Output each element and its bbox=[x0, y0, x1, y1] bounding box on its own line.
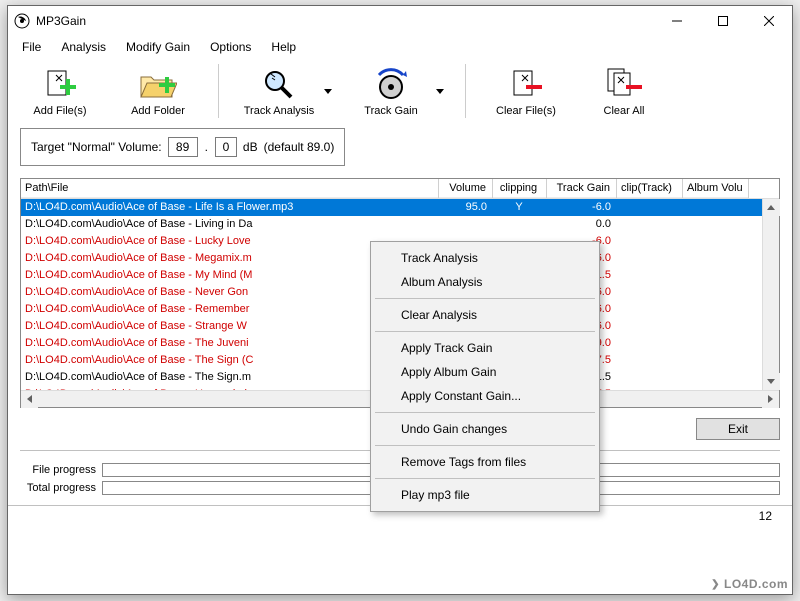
target-unit: dB bbox=[243, 140, 258, 154]
menu-separator bbox=[375, 445, 595, 446]
menu-analysis[interactable]: Analysis bbox=[51, 36, 116, 58]
app-icon bbox=[14, 13, 30, 29]
add-folder-icon bbox=[116, 65, 200, 105]
menu-help[interactable]: Help bbox=[261, 36, 306, 58]
table-row[interactable]: D:\LO4D.com\Audio\Ace of Base - Living i… bbox=[21, 216, 779, 233]
exit-button[interactable]: Exit bbox=[696, 418, 780, 440]
titlebar: MP3Gain bbox=[8, 6, 792, 36]
context-menu-item[interactable]: Apply Album Gain bbox=[373, 360, 597, 384]
add-folder-button[interactable]: Add Folder bbox=[116, 65, 200, 117]
table-row[interactable]: D:\LO4D.com\Audio\Ace of Base - Life Is … bbox=[21, 199, 779, 216]
context-menu-item[interactable]: Clear Analysis bbox=[373, 303, 597, 327]
track-gain-button[interactable]: Track Gain bbox=[349, 65, 433, 117]
total-progress-label: Total progress bbox=[20, 482, 102, 494]
status-count: 12 bbox=[759, 509, 772, 523]
col-path[interactable]: Path\File bbox=[21, 179, 439, 198]
target-dec-input[interactable] bbox=[215, 137, 237, 157]
menu-separator bbox=[375, 478, 595, 479]
toolbar-separator bbox=[218, 64, 219, 118]
menubar: File Analysis Modify Gain Options Help bbox=[8, 36, 792, 58]
watermark-text: LO4D.com bbox=[724, 577, 788, 591]
toolbar-label: Track Analysis bbox=[237, 105, 321, 117]
menu-separator bbox=[375, 412, 595, 413]
col-clipping[interactable]: clipping bbox=[493, 179, 547, 198]
watermark-icon: ❯ bbox=[711, 579, 720, 590]
window-title: MP3Gain bbox=[36, 14, 654, 28]
context-menu-item[interactable]: Apply Track Gain bbox=[373, 336, 597, 360]
app-window: MP3Gain File Analysis Modify Gain Option… bbox=[7, 5, 793, 595]
watermark: ❯ LO4D.com bbox=[711, 577, 788, 591]
clear-all-icon bbox=[582, 65, 666, 105]
menu-file[interactable]: File bbox=[12, 36, 51, 58]
toolbar-separator bbox=[465, 64, 466, 118]
toolbar-label: Add File(s) bbox=[18, 105, 102, 117]
toolbar-label: Clear File(s) bbox=[484, 105, 568, 117]
menu-modify-gain[interactable]: Modify Gain bbox=[116, 36, 200, 58]
track-analysis-button[interactable]: Track Analysis bbox=[237, 65, 321, 117]
context-menu-item[interactable]: Remove Tags from files bbox=[373, 450, 597, 474]
target-label: Target "Normal" Volume: bbox=[31, 140, 162, 154]
scroll-down-icon[interactable] bbox=[763, 373, 780, 390]
toolbar: Add File(s) Add Folder Track Analysis bbox=[8, 58, 792, 124]
gain-knob-icon bbox=[349, 65, 433, 105]
grid-header: Path\File Volume clipping Track Gain cli… bbox=[21, 179, 779, 199]
clear-files-button[interactable]: Clear File(s) bbox=[484, 65, 568, 117]
col-volume[interactable]: Volume bbox=[439, 179, 493, 198]
file-progress-label: File progress bbox=[20, 464, 102, 476]
decimal-point: . bbox=[205, 140, 208, 154]
add-files-icon bbox=[18, 65, 102, 105]
target-hint: (default 89.0) bbox=[264, 140, 335, 154]
toolbar-label: Clear All bbox=[582, 105, 666, 117]
scroll-up-icon[interactable] bbox=[763, 199, 780, 216]
target-int-input[interactable] bbox=[168, 137, 198, 157]
menu-separator bbox=[375, 331, 595, 332]
target-volume-panel: Target "Normal" Volume: . dB (default 89… bbox=[20, 128, 345, 166]
context-menu-item[interactable]: Track Analysis bbox=[373, 246, 597, 270]
track-gain-dropdown[interactable] bbox=[433, 89, 447, 94]
col-album-vol[interactable]: Album Volu bbox=[683, 179, 749, 198]
clear-all-button[interactable]: Clear All bbox=[582, 65, 666, 117]
add-files-button[interactable]: Add File(s) bbox=[18, 65, 102, 117]
context-menu-item[interactable]: Undo Gain changes bbox=[373, 417, 597, 441]
minimize-button[interactable] bbox=[654, 6, 700, 36]
vertical-scrollbar[interactable] bbox=[762, 199, 779, 390]
maximize-button[interactable] bbox=[700, 6, 746, 36]
toolbar-label: Add Folder bbox=[116, 105, 200, 117]
menu-options[interactable]: Options bbox=[200, 36, 261, 58]
context-menu[interactable]: Track AnalysisAlbum Analysis Clear Analys… bbox=[370, 241, 600, 512]
col-track-gain[interactable]: Track Gain bbox=[547, 179, 617, 198]
track-analysis-dropdown[interactable] bbox=[321, 89, 335, 94]
close-button[interactable] bbox=[746, 6, 792, 36]
scroll-left-icon[interactable] bbox=[21, 391, 38, 408]
toolbar-label: Track Gain bbox=[349, 105, 433, 117]
scroll-right-icon[interactable] bbox=[762, 391, 779, 408]
menu-separator bbox=[375, 298, 595, 299]
context-menu-item[interactable]: Apply Constant Gain... bbox=[373, 384, 597, 408]
context-menu-item[interactable]: Album Analysis bbox=[373, 270, 597, 294]
context-menu-item[interactable]: Play mp3 file bbox=[373, 483, 597, 507]
clear-files-icon bbox=[484, 65, 568, 105]
magnifier-icon bbox=[237, 65, 321, 105]
col-clip-track[interactable]: clip(Track) bbox=[617, 179, 683, 198]
